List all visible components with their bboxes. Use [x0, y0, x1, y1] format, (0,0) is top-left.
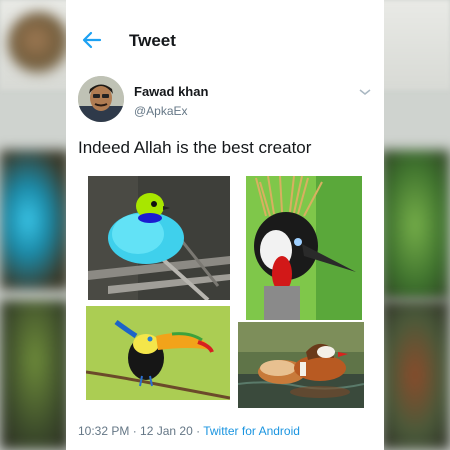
background-right-bottom-photo	[380, 300, 450, 450]
tweet-header: Tweet	[66, 22, 384, 60]
tweet-date: 12 Jan 20	[140, 424, 193, 438]
meta-separator: ·	[129, 424, 141, 438]
tweet-photo-4[interactable]	[238, 322, 364, 408]
tweet-time: 10:32 PM	[78, 424, 130, 438]
crowned-crane-image	[246, 176, 362, 320]
tweet-text: Indeed Allah is the best creator	[78, 138, 312, 157]
mandarin-ducks-image	[238, 322, 364, 408]
tweet-source-link[interactable]: Twitter for Android	[203, 424, 300, 438]
tweet-photo-1[interactable]	[88, 176, 230, 300]
tweet-card: Tweet Fawad khan @ApkaEx Indeed Allah is…	[66, 0, 384, 450]
chevron-down-icon	[359, 89, 371, 95]
author-handle[interactable]: @ApkaEx	[134, 104, 188, 118]
page-title: Tweet	[129, 31, 176, 50]
background-avatar-blur	[8, 12, 70, 74]
avatar-photo	[78, 76, 124, 122]
back-button[interactable]	[80, 28, 104, 52]
toucan-image	[86, 306, 230, 400]
background-right-photo	[380, 150, 450, 300]
tweet-metadata: 10:32 PM · 12 Jan 20 · Twitter for Andro…	[78, 424, 300, 438]
tweet-photo-2[interactable]	[246, 176, 362, 320]
background-left-photo	[0, 150, 70, 290]
arrow-left-icon	[82, 31, 102, 49]
tweet-options-button[interactable]	[358, 84, 372, 95]
background-left-bottom-photo	[0, 300, 70, 450]
meta-separator: ·	[192, 424, 204, 438]
avatar[interactable]	[78, 76, 124, 122]
author-name[interactable]: Fawad khan	[134, 84, 208, 99]
tweet-photo-3[interactable]	[86, 306, 230, 400]
turquoise-bird-image	[88, 176, 230, 300]
